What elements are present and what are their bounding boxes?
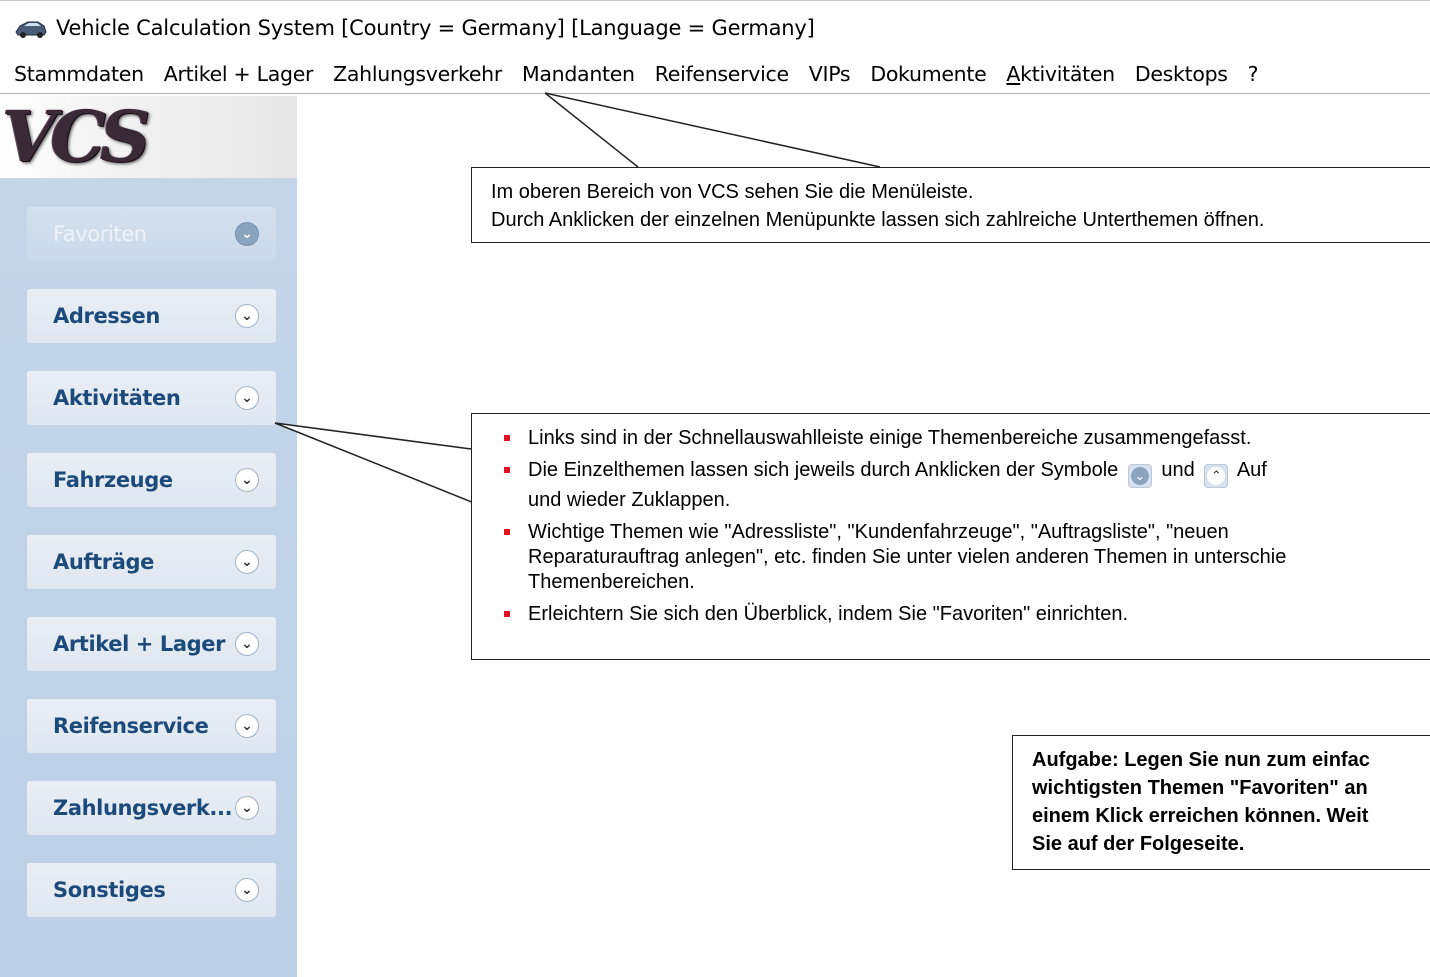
bullet-text: Erleichtern Sie sich den Überblick, inde… [528,603,1129,625]
bullet-text: und wieder Zuklappen. [528,489,731,511]
menu-vips[interactable]: VIPs [809,62,851,86]
group-label: Reifenservice [53,714,209,738]
callout-bullet: Links sind in der Schnellauswahlleiste e… [498,426,1430,451]
sidebar-group-adressen[interactable]: Adressen ⌄ [27,289,276,343]
menu-mandanten[interactable]: Mandanten [522,62,635,86]
bullet-marker [504,529,510,535]
menu-dokumente[interactable]: Dokumente [870,62,986,86]
callout-menu-bar: Im oberen Bereich von VCS sehen Sie die … [471,167,1430,243]
logo-area: VCS [0,96,297,178]
menu-desktops[interactable]: Desktops [1135,62,1228,86]
group-label: Favoriten [53,222,147,246]
car-icon [15,21,47,38]
double-chevron-down-icon[interactable]: ⌄ [235,714,259,738]
double-chevron-down-icon[interactable]: ⌄ [235,468,259,492]
title-bar: Vehicle Calculation System [Country = Ge… [0,0,1430,54]
quick-select-sidebar: VCS Favoriten ⌄ Adressen ⌄ Aktivitäten ⌄… [0,96,297,977]
sidebar-group-favoriten[interactable]: Favoriten ⌄ [27,207,276,261]
group-label: Adressen [53,304,160,328]
expand-symbol-icon: ⌄ [1127,464,1152,488]
sidebar-group-fahrzeuge[interactable]: Fahrzeuge ⌄ [27,453,276,507]
task-text: wichtigsten Themen "Favoriten" an [1032,777,1368,799]
sidebar-group-zahlungsverkehr[interactable]: Zahlungsverk... ⌄ [27,781,276,835]
double-chevron-down-icon[interactable]: ⌄ [235,222,259,246]
double-chevron-down-icon[interactable]: ⌄ [235,878,259,902]
task-text: Aufgabe: Legen Sie nun zum einfac [1032,749,1370,771]
double-chevron-down-icon[interactable]: ⌄ [235,796,259,820]
double-chevron-down-icon[interactable]: ⌄ [235,304,259,328]
collapse-symbol-icon: ⌃ [1204,464,1229,488]
group-label: Sonstiges [53,878,166,902]
menu-reifenservice[interactable]: Reifenservice [655,62,789,86]
callout-text: Im oberen Bereich von VCS sehen Sie die … [491,181,974,203]
group-label: Aufträge [53,550,154,574]
callout-task: Aufgabe: Legen Sie nun zum einfac wichti… [1012,735,1430,870]
menu-mnemonic: A [1006,61,1021,86]
task-text: einem Klick erreichen können. Weit [1032,805,1369,827]
sidebar-group-sonstiges[interactable]: Sonstiges ⌄ [27,863,276,917]
bullet-marker [504,611,510,617]
bullet-marker [504,467,510,473]
sidebar-group-aktivitaeten[interactable]: Aktivitäten ⌄ [27,371,276,425]
menu-artikel-lager[interactable]: Artikel + Lager [164,62,314,86]
double-chevron-down-icon[interactable]: ⌄ [235,550,259,574]
vcs-logo: VCS [2,95,151,178]
bullet-text: Themenbereichen. [528,571,695,593]
double-chevron-down-icon[interactable]: ⌄ [235,386,259,410]
bullet-marker [504,435,510,441]
menu-zahlungsverkehr[interactable]: Zahlungsverkehr [333,62,502,86]
sidebar-group-auftraege[interactable]: Aufträge ⌄ [27,535,276,589]
callout-bullet: Die Einzelthemen lassen sich jeweils dur… [498,458,1430,513]
task-text: Sie auf der Folgeseite. [1032,833,1245,855]
callout-text: Durch Anklicken der einzelnen Menüpunkte… [491,209,1265,231]
menu-bar: Stammdaten Artikel + Lager Zahlungsverke… [0,54,1430,94]
bullet-text: und [1161,459,1195,481]
double-chevron-down-icon[interactable]: ⌄ [235,632,259,656]
group-label: Artikel + Lager [53,632,226,656]
group-label: Zahlungsverk... [53,796,233,820]
menu-aktivitaeten-rest: ktivitäten [1020,61,1115,86]
bullet-text: Wichtige Themen wie "Adressliste", "Kund… [528,521,1229,543]
menu-aktivitaeten[interactable]: Aktivitäten [1006,61,1115,86]
bullet-text: Links sind in der Schnellauswahlleiste e… [528,427,1252,449]
window-title: Vehicle Calculation System [Country = Ge… [56,15,815,40]
sidebar-group-artikel-lager[interactable]: Artikel + Lager ⌄ [27,617,276,671]
callout-bullet: Erleichtern Sie sich den Überblick, inde… [498,602,1430,627]
callout-sidebar: Links sind in der Schnellauswahlleiste e… [471,413,1430,660]
bullet-text: Auf [1236,459,1267,481]
group-label: Fahrzeuge [53,468,173,492]
group-label: Aktivitäten [53,386,181,410]
callout-bullet: Wichtige Themen wie "Adressliste", "Kund… [498,520,1430,595]
menu-stammdaten[interactable]: Stammdaten [14,62,144,86]
sidebar-group-reifenservice[interactable]: Reifenservice ⌄ [27,699,276,753]
menu-help[interactable]: ? [1248,62,1259,86]
bullet-text: Die Einzelthemen lassen sich jeweils dur… [528,459,1119,481]
bullet-text: Reparaturauftrag anlegen", etc. finden S… [528,546,1287,568]
